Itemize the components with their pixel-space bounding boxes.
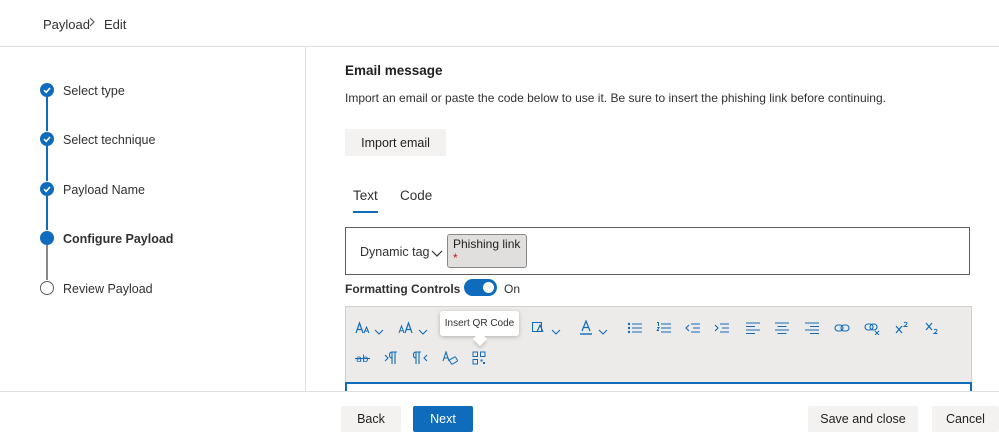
step-connector <box>46 245 48 280</box>
step-select-type[interactable]: Select type <box>63 84 125 98</box>
font-color-icon[interactable] <box>575 318 597 338</box>
superscript-icon[interactable] <box>891 318 913 338</box>
numbered-list-icon[interactable] <box>653 318 675 338</box>
step-payload-name[interactable]: Payload Name <box>63 183 145 197</box>
strikethrough-icon[interactable]: ab <box>352 348 374 368</box>
wizard-footer: Back Next Save and close Cancel <box>0 391 999 435</box>
step-review-payload[interactable]: Review Payload <box>63 282 153 296</box>
step-connector <box>46 146 48 181</box>
dynamic-tag-bar: Dynamic tag Phishing link * <box>345 227 970 275</box>
import-email-button[interactable]: Import email <box>345 129 446 156</box>
breadcrumb-payload-link[interactable]: Payload <box>43 17 90 32</box>
back-button[interactable]: Back <box>341 406 401 432</box>
align-left-icon[interactable] <box>742 318 764 338</box>
font-family-icon[interactable] <box>352 318 374 338</box>
bulleted-list-icon[interactable] <box>624 318 646 338</box>
chevron-down-icon[interactable] <box>551 324 561 339</box>
cancel-button[interactable]: Cancel <box>932 406 999 432</box>
rtl-icon[interactable] <box>410 348 432 368</box>
email-body-editor[interactable] <box>345 382 972 391</box>
main-content: Email message Import an email or paste t… <box>307 47 999 391</box>
formatting-controls-state: On <box>504 282 521 296</box>
save-and-close-button[interactable]: Save and close <box>808 406 918 432</box>
breadcrumb-current: Edit <box>104 17 127 32</box>
breadcrumb: Payload Edit <box>0 0 999 47</box>
step-check-icon <box>40 83 54 97</box>
tab-code[interactable]: Code <box>400 188 432 203</box>
chevron-down-icon[interactable] <box>431 246 443 261</box>
phishing-link-label: Phishing link <box>453 237 521 251</box>
chevron-down-icon[interactable] <box>598 324 608 339</box>
email-message-title: Email message <box>345 63 443 78</box>
formatting-controls-toggle[interactable] <box>464 279 497 296</box>
step-connector <box>46 196 48 230</box>
wizard-stepper: Select type Select technique Payload Nam… <box>0 47 306 391</box>
increase-indent-icon[interactable] <box>711 318 733 338</box>
tab-selected-indicator <box>353 211 378 213</box>
chevron-down-icon[interactable] <box>418 324 428 339</box>
email-message-description: Import an email or paste the code below … <box>345 91 886 105</box>
unlink-icon[interactable] <box>861 318 883 338</box>
decrease-indent-icon[interactable] <box>682 318 704 338</box>
dynamic-tag-dropdown[interactable]: Dynamic tag <box>360 245 429 259</box>
phishing-link-button[interactable]: Phishing link * <box>447 234 527 268</box>
ltr-icon[interactable] <box>381 348 403 368</box>
step-check-icon <box>40 132 54 146</box>
highlight-icon[interactable] <box>528 318 550 338</box>
step-pending-icon <box>40 281 54 295</box>
step-current-icon <box>40 231 54 245</box>
step-check-icon <box>40 182 54 196</box>
clear-format-icon[interactable] <box>439 348 461 368</box>
qr-code-icon[interactable] <box>468 348 490 368</box>
step-configure-payload[interactable]: Configure Payload <box>63 232 173 246</box>
subscript-icon[interactable] <box>921 318 943 338</box>
toggle-knob <box>483 282 494 293</box>
formatting-controls-label: Formatting Controls <box>345 282 461 296</box>
required-mark: * <box>453 251 458 265</box>
link-icon[interactable] <box>831 318 853 338</box>
tab-text[interactable]: Text <box>353 188 378 203</box>
align-center-icon[interactable] <box>771 318 793 338</box>
chevron-right-icon <box>87 16 97 31</box>
font-size-icon[interactable] <box>395 318 417 338</box>
svg-text:ab: ab <box>356 354 368 365</box>
next-button[interactable]: Next <box>413 406 473 432</box>
chevron-down-icon[interactable] <box>374 324 384 339</box>
align-right-icon[interactable] <box>801 318 823 338</box>
step-connector <box>46 97 48 131</box>
step-select-technique[interactable]: Select technique <box>63 133 155 147</box>
